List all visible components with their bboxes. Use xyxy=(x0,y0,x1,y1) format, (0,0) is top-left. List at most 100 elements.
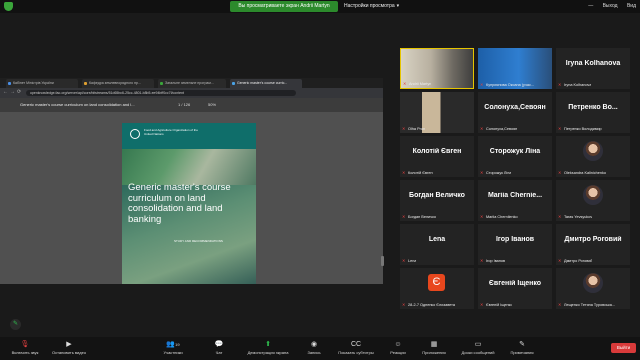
participant-tile[interactable]: Lena ✕ Lena xyxy=(400,224,474,265)
browser-tab[interactable]: Кабінет Міністрів України xyxy=(6,79,78,88)
video-camera-icon: ▶ xyxy=(66,341,72,348)
view-options-menu[interactable]: Настройки просмотра ▾ xyxy=(344,1,399,12)
mic-muted-icon: ✕ xyxy=(403,81,407,86)
leave-meeting-button[interactable]: Выйти xyxy=(611,343,636,353)
participant-tile[interactable]: ✕ Лещенко Тетяна Туровська... xyxy=(556,268,630,309)
participant-tile[interactable]: ✕ Куприянова Оксана (учас... xyxy=(478,48,552,89)
participant-tile[interactable]: Ігор Іванов ✕ Ігор Іванов xyxy=(478,224,552,265)
window-controls: — Выход Вид xyxy=(580,1,636,12)
mic-muted-icon: ✕ xyxy=(480,126,484,131)
mic-muted-icon: ✕ xyxy=(480,214,484,219)
participant-tile[interactable]: ✕ Oleksandra Kalinichenko xyxy=(556,136,630,177)
zoom-level[interactable]: 50% xyxy=(208,102,216,107)
mic-muted-icon: ✕ xyxy=(480,258,484,263)
address-bar[interactable]: openknowledge.fao.org/server/api/core/bi… xyxy=(26,90,296,96)
participants-button[interactable]: 👥19 Участники xyxy=(148,340,198,355)
participant-tile[interactable]: Петренко Во... ✕ Петренко Володимир xyxy=(556,92,630,133)
mic-muted-icon: ✕ xyxy=(558,82,562,87)
browser-tab-active[interactable]: Generic master's course curric... xyxy=(230,79,302,88)
participant-tile[interactable]: Є ✕ 28-2-7 Одненко Єлизавета xyxy=(400,268,474,309)
view-options-label: Настройки просмотра xyxy=(344,3,395,9)
pdf-toolbar: Generic master's course curriculum on la… xyxy=(0,98,383,112)
minimize-icon[interactable]: — xyxy=(588,3,593,9)
share-screen-icon: ⬆ xyxy=(265,341,271,348)
mic-muted-icon: ✕ xyxy=(402,302,406,307)
participant-tile[interactable]: Богдан Величко ✕ Богдан Величко xyxy=(400,180,474,221)
chat-button[interactable]: 💬 Чат xyxy=(194,340,244,355)
mic-muted-icon: ✕ xyxy=(402,170,406,175)
shared-screen: Кабінет Міністрів України Кафедра землев… xyxy=(0,78,384,284)
participant-name-label: Ігор Іванов xyxy=(486,259,506,263)
participant-name-label: Лещенко Тетяна Туровська... xyxy=(564,303,615,307)
participant-name-label: Дмитро Роговий xyxy=(564,259,593,263)
avatar xyxy=(583,141,603,161)
security-shield-icon[interactable] xyxy=(4,2,13,11)
tab-favicon-icon xyxy=(8,82,11,85)
whiteboards-button[interactable]: ▭ Доски сообщений xyxy=(453,340,503,355)
participant-tile[interactable]: Сторожук Ліна ✕ Сторожук Ліна xyxy=(478,136,552,177)
participant-name-label: Andrii Martyn xyxy=(409,82,432,86)
participant-name-label: Петренко Володимир xyxy=(564,127,602,131)
share-screen-button[interactable]: ⬆ Демонстрация экрана xyxy=(243,340,293,355)
unmute-button[interactable]: 🎙 Включить звук xyxy=(0,340,50,355)
mic-muted-icon: ✕ xyxy=(558,302,562,307)
stop-video-button[interactable]: ▶ Остановить видео xyxy=(44,340,94,355)
participant-tile[interactable]: ✕ Olha Pron xyxy=(400,92,474,133)
participant-tile[interactable]: Iryna Kolhanova ✕ Iryna Kolhanova xyxy=(556,48,630,89)
participant-tile[interactable]: ✕ Taras Yevsyukov xyxy=(556,180,630,221)
participant-display-name: Колотій Євген xyxy=(412,148,462,155)
mic-muted-icon: ✕ xyxy=(558,258,562,263)
cover-org-name: Food and Agriculture Organization of the… xyxy=(144,128,198,136)
fao-logo-icon xyxy=(130,129,140,139)
participant-display-name: Ігор Іванов xyxy=(495,236,535,243)
mic-muted-icon: ✕ xyxy=(402,258,406,263)
participant-display-name: Lena xyxy=(428,236,446,243)
mic-muted-icon: ✕ xyxy=(402,214,406,219)
notes-button[interactable]: ✎ Примечания xyxy=(497,340,547,355)
view-button[interactable]: Вид xyxy=(627,3,636,9)
participant-name-label: Колотій Євген xyxy=(408,171,433,175)
annotate-pen-icon[interactable]: ✎ xyxy=(10,319,21,330)
avatar xyxy=(583,273,603,293)
participant-display-name: Сторожук Ліна xyxy=(489,148,541,155)
zoom-topbar: Вы просматриваете экран Andrii Martyn На… xyxy=(0,0,640,13)
page-indicator[interactable]: 1 / 126 xyxy=(178,102,190,107)
participant-tile[interactable]: Дмитро Роговий ✕ Дмитро Роговий xyxy=(556,224,630,265)
tab-favicon-icon xyxy=(160,82,163,85)
participant-display-name: Петренко Во... xyxy=(568,104,618,111)
notes-icon: ✎ xyxy=(519,341,525,348)
meeting-toolbar: 🎙 Включить звук ▶ Остановить видео 👥19 Учас… xyxy=(0,337,640,360)
participants-icon: 👥19 xyxy=(166,341,180,348)
pdf-cover-page: Food and Agriculture Organization of the… xyxy=(122,123,256,284)
participant-name-label: Куприянова Оксана (учас... xyxy=(486,83,535,87)
participant-tile[interactable]: Колотій Євген ✕ Колотій Євген xyxy=(400,136,474,177)
participant-display-name: Mariia Chernie... xyxy=(487,192,543,199)
participant-tile[interactable]: Солонуха,Севоян ✕ Солонуха,Севоян xyxy=(478,92,552,133)
browser-tab[interactable]: Загальне земельне програм... xyxy=(158,79,226,88)
participant-display-name: Солонуха,Севоян xyxy=(484,104,546,111)
exit-fullscreen-button[interactable]: Выход xyxy=(603,3,618,9)
cover-title: Generic master's course curriculum on la… xyxy=(128,182,231,225)
participant-tile[interactable]: Mariia Chernie... ✕ Mariia Chernilenko xyxy=(478,180,552,221)
participant-name-label: Богдан Величко xyxy=(408,215,436,219)
apps-icon: ▦ xyxy=(430,341,438,348)
cover-photo xyxy=(122,149,256,185)
scrollbar[interactable] xyxy=(381,256,384,266)
mic-muted-icon: ✕ xyxy=(558,170,562,175)
mic-muted-icon: ✕ xyxy=(558,126,562,131)
chevron-down-icon: ▾ xyxy=(396,3,400,9)
avatar: Є xyxy=(428,274,445,291)
participant-name-label: Iryna Kolhanova xyxy=(564,83,592,87)
mic-muted-icon: ✕ xyxy=(480,302,484,307)
browser-tab[interactable]: Кафедра землевпорядного пр... xyxy=(82,79,154,88)
apps-button[interactable]: ▦ Приложения xyxy=(409,340,459,355)
participant-tile[interactable]: Євгеній Іщенко ✕ Євгеній Іщенко xyxy=(478,268,552,309)
cover-subtitle: STUDY AND RECOMMENDATIONS xyxy=(174,239,223,243)
participant-tile[interactable]: ✕ Andrii Martyn xyxy=(400,48,474,89)
participant-display-name: Дмитро Роговий xyxy=(564,236,622,243)
participant-name-label: Olha Pron xyxy=(408,127,426,131)
browser-nav-icons[interactable]: ←→⟳ xyxy=(3,89,23,95)
participant-name-label: Taras Yevsyukov xyxy=(564,215,593,219)
mic-muted-icon: 🎙 xyxy=(20,341,30,348)
participant-display-name: Богдан Величко xyxy=(409,192,465,199)
